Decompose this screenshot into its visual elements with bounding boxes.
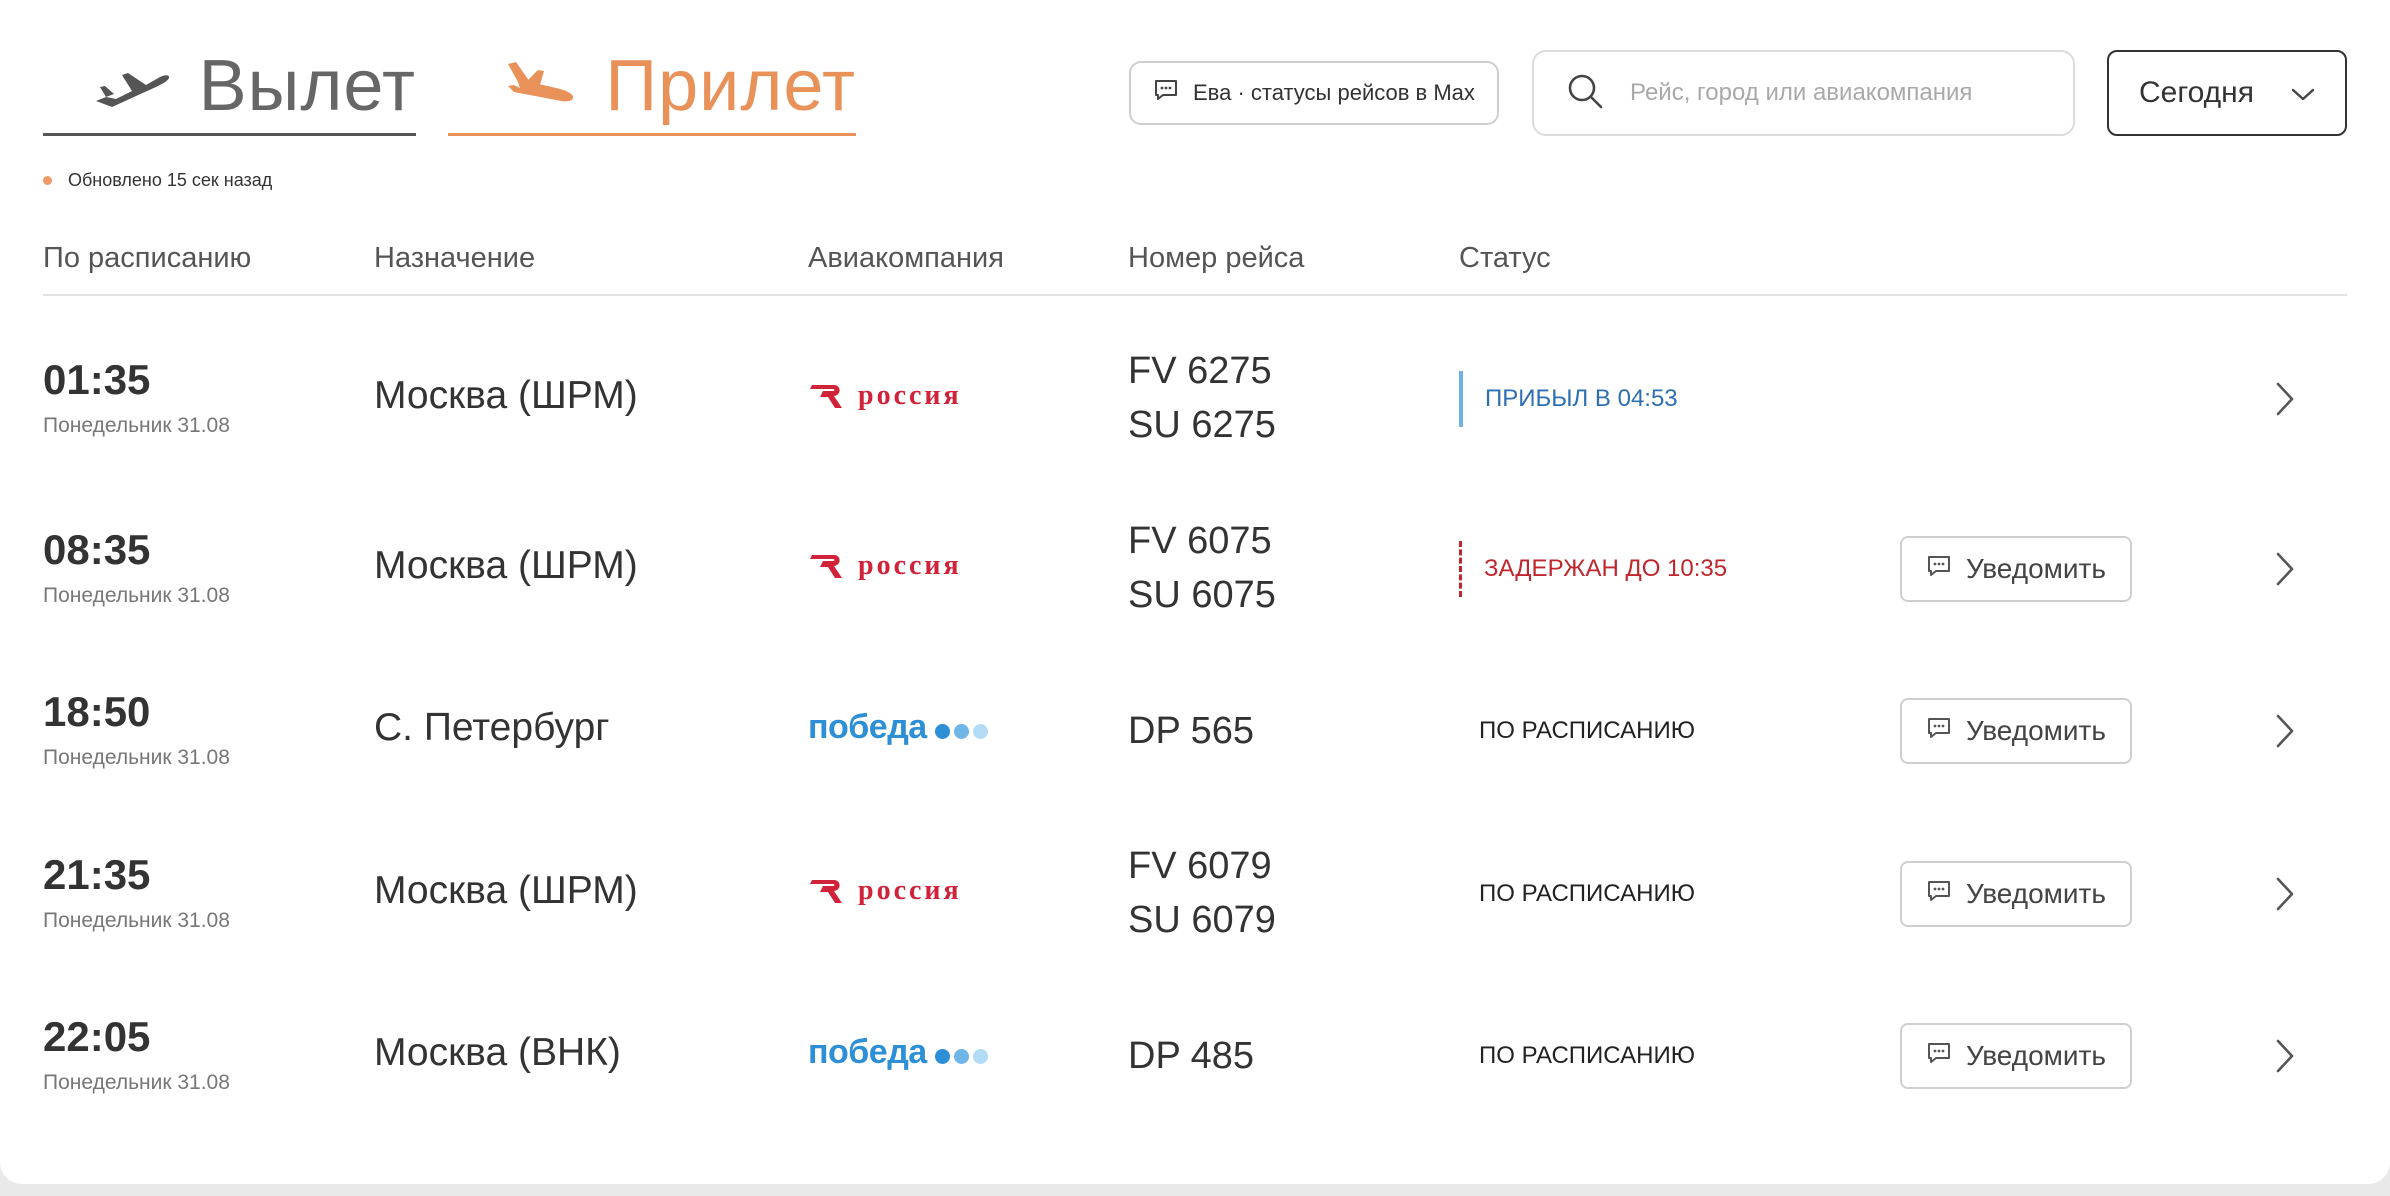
flight-number: DP 485 bbox=[1128, 1035, 1255, 1077]
destination: Москва (ВНК) bbox=[374, 1031, 621, 1074]
col-flight: Номер рейса bbox=[1128, 242, 1305, 274]
col-destination: Назначение bbox=[374, 242, 536, 274]
live-dot-icon bbox=[43, 176, 52, 185]
status-badge: ПО РАСПИСАНИЮ bbox=[1479, 880, 1695, 907]
scheduled-day: Понедельник 31.08 bbox=[43, 414, 230, 437]
airline-name: победа bbox=[808, 1033, 927, 1071]
flight-number: FV 6079 bbox=[1128, 845, 1272, 887]
chat-icon bbox=[1153, 78, 1179, 108]
chevron-down-icon bbox=[2291, 76, 2315, 110]
chevron-right-icon[interactable] bbox=[2265, 706, 2305, 756]
chevron-right-icon[interactable] bbox=[2265, 374, 2305, 424]
notify-button[interactable]: Уведомить bbox=[1900, 536, 2132, 602]
plane-takeoff-icon bbox=[79, 46, 185, 126]
notify-button[interactable]: Уведомить bbox=[1900, 698, 2132, 764]
search-icon bbox=[1566, 72, 1604, 115]
destination: С. Петербург bbox=[374, 706, 610, 749]
airline-logo-rossiya: россия bbox=[808, 875, 962, 907]
chat-icon bbox=[1926, 878, 1952, 910]
chevron-right-icon[interactable] bbox=[2265, 1031, 2305, 1081]
chat-icon bbox=[1926, 715, 1952, 747]
scheduled-time: 18:50 bbox=[43, 688, 151, 735]
date-select-value: Сегодня bbox=[2139, 76, 2254, 109]
airline-name: победа bbox=[808, 708, 927, 746]
date-select[interactable]: Сегодня bbox=[2107, 50, 2347, 136]
pobeda-dots-icon bbox=[934, 724, 988, 739]
flight-number-codeshare: SU 6079 bbox=[1128, 899, 1276, 941]
tab-departure-label: Вылет bbox=[198, 45, 416, 126]
flight-number-codeshare: SU 6075 bbox=[1128, 574, 1276, 616]
chevron-right-icon[interactable] bbox=[2265, 544, 2305, 594]
pobeda-dots-icon bbox=[934, 1049, 988, 1064]
airline-logo-rossiya: россия bbox=[808, 550, 962, 582]
notify-label: Уведомить bbox=[1966, 553, 2106, 584]
airline-logo-pobeda: победа bbox=[808, 1033, 988, 1072]
search-box[interactable] bbox=[1532, 50, 2075, 136]
tab-departure[interactable]: Вылет bbox=[43, 38, 416, 136]
table-row[interactable]: 08:35 Понедельник 31.08 Москва (ШРМ) рос… bbox=[43, 488, 2347, 650]
rossiya-mark-icon bbox=[810, 880, 842, 903]
search-input[interactable] bbox=[1630, 79, 2050, 107]
notify-button[interactable]: Уведомить bbox=[1900, 1023, 2132, 1089]
status-badge: ПО РАСПИСАНИЮ bbox=[1479, 717, 1695, 744]
table-row[interactable]: 18:50 Понедельник 31.08 С. Петербург поб… bbox=[43, 650, 2347, 812]
airline-logo-rossiya: россия bbox=[808, 380, 962, 412]
chat-icon bbox=[1926, 1040, 1952, 1072]
notify-label: Уведомить bbox=[1966, 878, 2106, 909]
col-airline: Авиакомпания bbox=[808, 242, 1004, 274]
scheduled-time: 08:35 bbox=[43, 526, 151, 573]
flight-number: FV 6275 bbox=[1128, 350, 1272, 392]
flight-board: Вылет Прилет Ева · статусы рейсов в Max bbox=[0, 0, 2390, 1184]
destination: Москва (ШРМ) bbox=[374, 374, 638, 417]
scheduled-time: 01:35 bbox=[43, 356, 151, 403]
table-row[interactable]: 21:35 Понедельник 31.08 Москва (ШРМ) рос… bbox=[43, 813, 2347, 975]
scheduled-day: Понедельник 31.08 bbox=[43, 746, 230, 769]
airline-name: россия bbox=[858, 550, 962, 581]
table-row[interactable]: 22:05 Понедельник 31.08 Москва (ВНК) поб… bbox=[43, 975, 2347, 1137]
chat-icon bbox=[1926, 553, 1952, 585]
col-status: Статус bbox=[1459, 242, 1551, 274]
tab-arrival[interactable]: Прилет bbox=[448, 38, 856, 136]
scheduled-day: Понедельник 31.08 bbox=[43, 909, 230, 932]
plane-landing-icon bbox=[484, 46, 591, 126]
eva-max-button[interactable]: Ева · статусы рейсов в Max bbox=[1129, 61, 1499, 125]
flight-number-codeshare: SU 6275 bbox=[1128, 404, 1276, 446]
notify-button[interactable]: Уведомить bbox=[1900, 861, 2132, 927]
scheduled-day: Понедельник 31.08 bbox=[43, 1071, 230, 1094]
update-indicator: Обновлено 15 сек назад bbox=[43, 170, 272, 191]
destination: Москва (ШРМ) bbox=[374, 869, 638, 912]
scheduled-time: 21:35 bbox=[43, 851, 151, 898]
rossiya-mark-icon bbox=[810, 555, 842, 578]
rossiya-mark-icon bbox=[810, 385, 842, 408]
scheduled-time: 22:05 bbox=[43, 1013, 151, 1060]
col-scheduled: По расписанию bbox=[43, 242, 252, 274]
airline-logo-pobeda: победа bbox=[808, 708, 988, 747]
status-badge: ПО РАСПИСАНИЮ bbox=[1479, 1042, 1695, 1069]
flight-number: DP 565 bbox=[1128, 710, 1255, 752]
chevron-right-icon[interactable] bbox=[2265, 869, 2305, 919]
status-badge: ПРИБЫЛ В 04:53 bbox=[1459, 371, 1678, 427]
eva-max-label: Ева · статусы рейсов в Max bbox=[1193, 80, 1475, 105]
notify-label: Уведомить bbox=[1966, 1040, 2106, 1071]
destination: Москва (ШРМ) bbox=[374, 544, 638, 587]
airline-name: россия bbox=[858, 875, 962, 906]
scheduled-day: Понедельник 31.08 bbox=[43, 584, 230, 607]
airline-name: россия bbox=[858, 380, 962, 411]
updated-text: Обновлено 15 сек назад bbox=[68, 170, 273, 190]
table-header: По расписанию Назначение Авиакомпания Но… bbox=[43, 236, 2347, 296]
tab-arrival-label: Прилет bbox=[605, 45, 856, 126]
notify-label: Уведомить bbox=[1966, 715, 2106, 746]
flight-number: FV 6075 bbox=[1128, 520, 1272, 562]
status-badge: ЗАДЕРЖАН ДО 10:35 bbox=[1459, 541, 1727, 597]
table-row[interactable]: 01:35 Понедельник 31.08 Москва (ШРМ) рос… bbox=[43, 318, 2347, 480]
